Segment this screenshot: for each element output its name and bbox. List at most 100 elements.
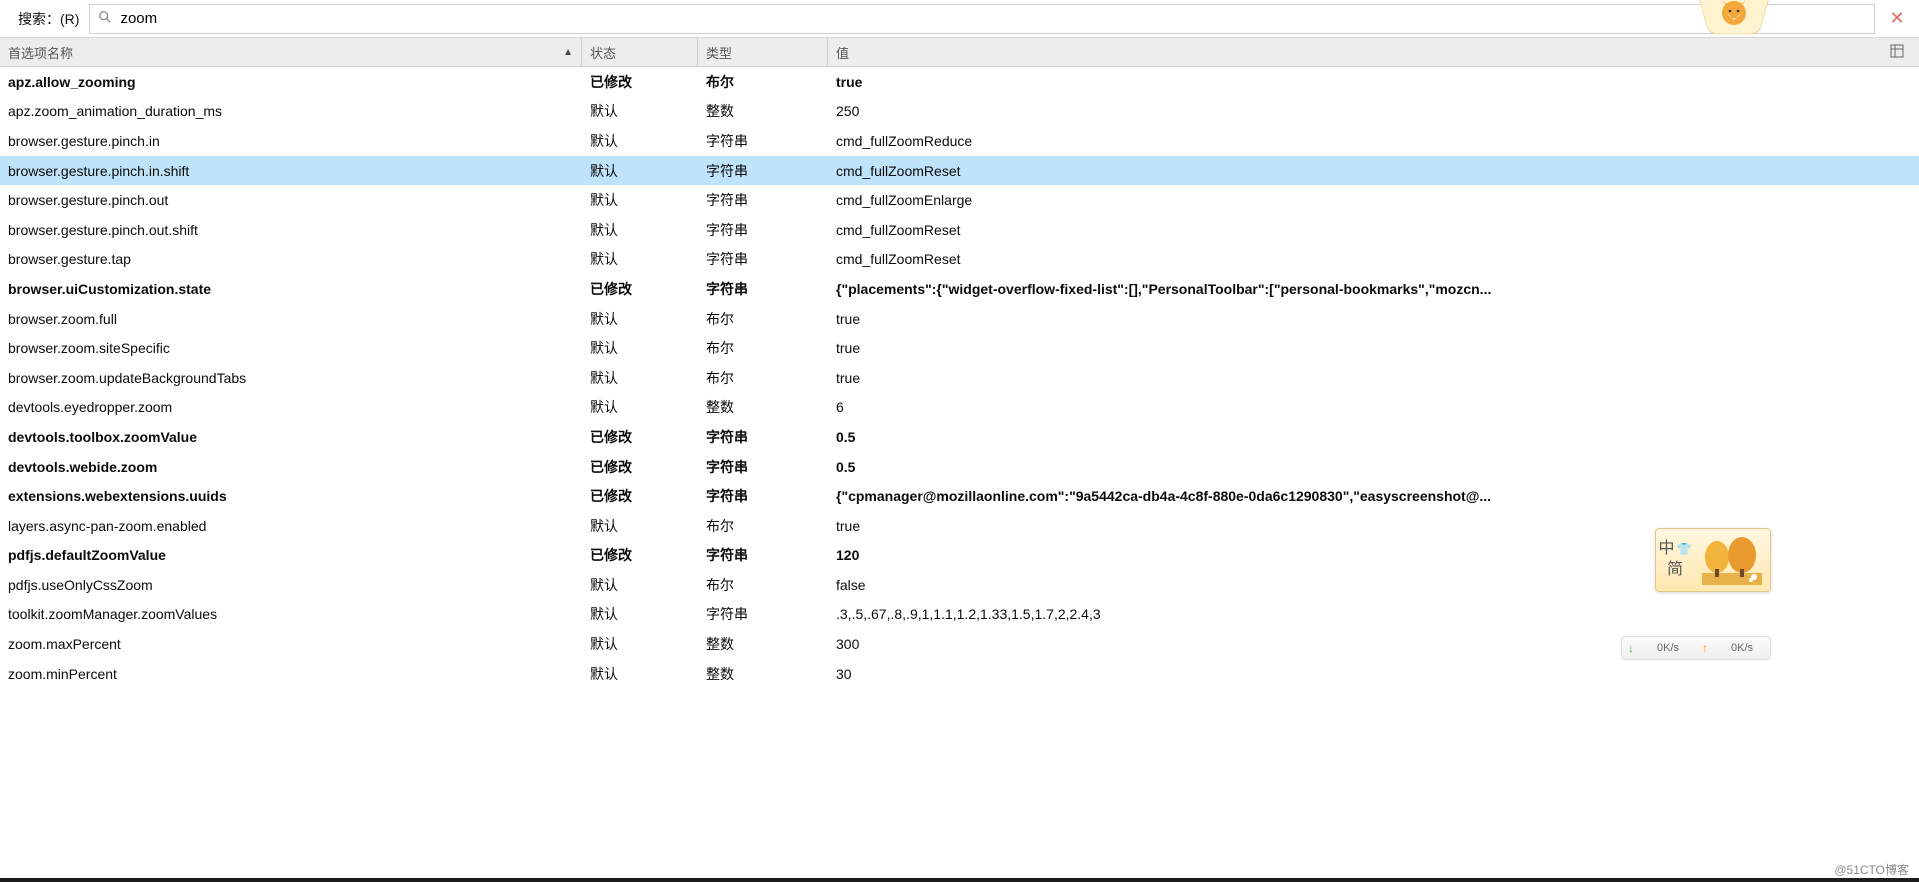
table-row[interactable]: browser.gesture.pinch.in.shift默认字符串cmd_f… (0, 156, 1919, 186)
header-name-label: 首选项名称 (8, 43, 73, 62)
pref-name: pdfjs.useOnlyCssZoom (0, 577, 582, 593)
ime-indicator[interactable]: 中👕 简 (1655, 528, 1771, 592)
ime-text: 中👕 简 (1656, 529, 1694, 591)
pref-name: layers.async-pan-zoom.enabled (0, 518, 582, 534)
pref-type: 字符串 (698, 604, 828, 624)
table-row[interactable]: devtools.toolbox.zoomValue已修改字符串0.5 (0, 422, 1919, 452)
column-options-icon[interactable] (1883, 44, 1911, 61)
pref-name: devtools.webide.zoom (0, 459, 582, 475)
search-bar: 搜索：(R) ✕ (0, 0, 1919, 38)
pref-type: 字符串 (698, 161, 828, 181)
table-row[interactable]: browser.zoom.updateBackgroundTabs默认布尔tru… (0, 363, 1919, 393)
upload-arrow-icon: ↑ (1696, 641, 1714, 655)
pref-name: browser.zoom.updateBackgroundTabs (0, 370, 582, 386)
pref-status: 默认 (582, 161, 698, 181)
pref-name: browser.gesture.tap (0, 251, 582, 267)
pref-name: zoom.maxPercent (0, 636, 582, 652)
search-box[interactable] (89, 4, 1875, 34)
header-value[interactable]: 值 (828, 38, 1919, 66)
download-speed: 0K/s (1640, 642, 1696, 654)
bottom-border (0, 878, 1919, 882)
pref-value: {"placements":{"widget-overflow-fixed-li… (828, 281, 1919, 297)
table-row[interactable]: browser.gesture.pinch.out默认字符串cmd_fullZo… (0, 185, 1919, 215)
network-speed-indicator[interactable]: ↓ 0K/s ↑ 0K/s (1621, 636, 1771, 660)
table-row[interactable]: browser.zoom.full默认布尔true (0, 304, 1919, 334)
pref-value: true (828, 340, 1919, 356)
table-row[interactable]: devtools.webide.zoom已修改字符串0.5 (0, 452, 1919, 482)
pref-status: 默认 (582, 664, 698, 684)
table-header: 首选项名称 ▲ 状态 类型 值 (0, 38, 1919, 67)
pref-value: cmd_fullZoomReset (828, 251, 1919, 267)
pref-value: cmd_fullZoomReduce (828, 133, 1919, 149)
pref-type: 字符串 (698, 249, 828, 269)
pref-name: browser.uiCustomization.state (0, 281, 582, 297)
pref-value: cmd_fullZoomReset (828, 163, 1919, 179)
pref-status: 已修改 (582, 72, 698, 92)
pref-name: browser.gesture.pinch.in (0, 133, 582, 149)
pref-type: 布尔 (698, 575, 828, 595)
table-row[interactable]: browser.zoom.siteSpecific默认布尔true (0, 333, 1919, 363)
search-input[interactable] (118, 9, 1866, 28)
search-icon (98, 10, 112, 27)
pref-name: apz.zoom_animation_duration_ms (0, 103, 582, 119)
pref-status: 默认 (582, 190, 698, 210)
pref-name: devtools.toolbox.zoomValue (0, 429, 582, 445)
table-row[interactable]: zoom.minPercent默认整数30 (0, 659, 1919, 689)
table-row[interactable]: browser.gesture.pinch.in默认字符串cmd_fullZoo… (0, 126, 1919, 156)
header-value-label: 值 (836, 43, 849, 62)
pref-value: true (828, 74, 1919, 90)
pref-name: browser.gesture.pinch.out (0, 192, 582, 208)
table-row[interactable]: devtools.eyedropper.zoom默认整数6 (0, 393, 1919, 423)
pref-type: 字符串 (698, 190, 828, 210)
pref-status: 默认 (582, 101, 698, 121)
sort-asc-icon: ▲ (563, 47, 573, 58)
search-label: 搜索：(R) (8, 9, 89, 29)
pref-value: 30 (828, 666, 1919, 682)
ime-picture (1694, 529, 1770, 591)
pref-name: extensions.webextensions.uuids (0, 488, 582, 504)
table-row[interactable]: browser.uiCustomization.state已修改字符串{"pla… (0, 274, 1919, 304)
pref-name: browser.gesture.pinch.out.shift (0, 222, 582, 238)
pref-status: 默认 (582, 575, 698, 595)
pref-name: zoom.minPercent (0, 666, 582, 682)
pref-status: 已修改 (582, 279, 698, 299)
table-row[interactable]: apz.allow_zooming已修改布尔true (0, 67, 1919, 97)
pref-value: true (828, 370, 1919, 386)
table-row[interactable]: pdfjs.defaultZoomValue已修改字符串120 (0, 541, 1919, 571)
pref-status: 默认 (582, 368, 698, 388)
pref-value: 0.5 (828, 459, 1919, 475)
pref-type: 字符串 (698, 220, 828, 240)
table-row[interactable]: apz.zoom_animation_duration_ms默认整数250 (0, 97, 1919, 127)
pref-status: 已修改 (582, 457, 698, 477)
pref-type: 字符串 (698, 131, 828, 151)
pref-status: 已修改 (582, 427, 698, 447)
close-icon[interactable]: ✕ (1883, 8, 1911, 29)
table-row[interactable]: extensions.webextensions.uuids已修改字符串{"cp… (0, 481, 1919, 511)
table-row[interactable]: toolkit.zoomManager.zoomValues默认字符串.3,.5… (0, 600, 1919, 630)
pref-type: 字符串 (698, 545, 828, 565)
pref-status: 已修改 (582, 486, 698, 506)
pref-type: 整数 (698, 664, 828, 684)
pref-status: 默认 (582, 634, 698, 654)
pref-type: 布尔 (698, 368, 828, 388)
header-status-label: 状态 (590, 43, 616, 62)
pref-name: devtools.eyedropper.zoom (0, 399, 582, 415)
pref-value: .3,.5,.67,.8,.9,1,1.1,1.2,1.33,1.5,1.7,2… (828, 606, 1919, 622)
header-type[interactable]: 类型 (698, 38, 828, 66)
pref-type: 布尔 (698, 72, 828, 92)
pref-status: 默认 (582, 220, 698, 240)
table-row[interactable]: browser.gesture.tap默认字符串cmd_fullZoomRese… (0, 245, 1919, 275)
header-status[interactable]: 状态 (582, 38, 698, 66)
table-row[interactable]: pdfjs.useOnlyCssZoom默认布尔false (0, 570, 1919, 600)
header-name[interactable]: 首选项名称 ▲ (0, 38, 582, 66)
table-row[interactable]: browser.gesture.pinch.out.shift默认字符串cmd_… (0, 215, 1919, 245)
pref-type: 字符串 (698, 279, 828, 299)
pref-type: 布尔 (698, 309, 828, 329)
ime-line1: 中 (1659, 540, 1675, 557)
pref-type: 字符串 (698, 457, 828, 477)
pref-status: 默认 (582, 516, 698, 536)
pref-value: {"cpmanager@mozillaonline.com":"9a5442ca… (828, 488, 1919, 504)
pref-name: browser.zoom.full (0, 311, 582, 327)
pref-value: 6 (828, 399, 1919, 415)
table-row[interactable]: layers.async-pan-zoom.enabled默认布尔true (0, 511, 1919, 541)
